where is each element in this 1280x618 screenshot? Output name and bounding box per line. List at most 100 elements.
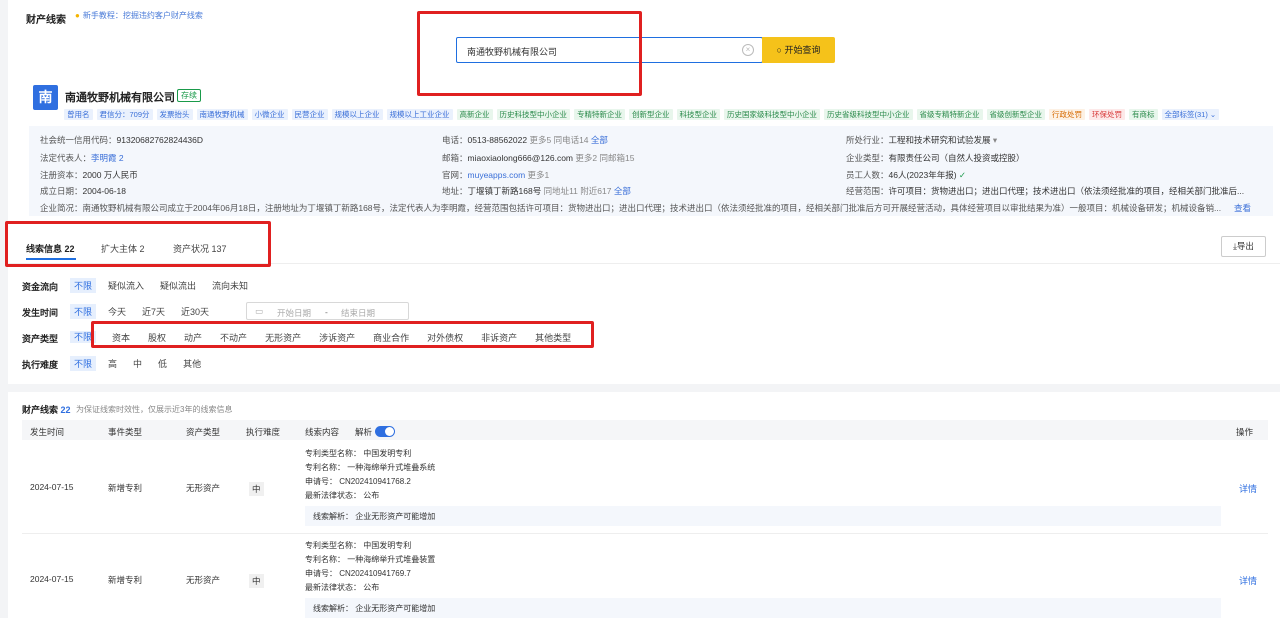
tab-asset-status[interactable]: 资产状况 137 — [173, 242, 227, 255]
tab-clue-info[interactable]: 线索信息 22 — [26, 242, 75, 255]
company-tag[interactable]: 高新企业 — [456, 109, 493, 120]
tutorial-link[interactable]: ● 新手教程：挖掘违约客户财产线索 — [75, 10, 203, 21]
clue-line: 专利名称： 一种海绵举升式堆叠系统 — [305, 463, 436, 472]
address-same-link[interactable]: 同地址11 — [544, 186, 578, 196]
row-asset-type: 无形资产 — [186, 483, 221, 493]
search-input[interactable]: 南通牧野机械有限公司 × — [456, 37, 763, 63]
clear-icon[interactable]: × — [742, 44, 754, 56]
clue-analysis: 线索解析： 企业无形资产可能增加 — [305, 506, 1221, 526]
legal-rep-count[interactable]: 2 — [119, 153, 124, 163]
detail-link[interactable]: 详情 — [1239, 574, 1257, 587]
company-tag[interactable]: 省级创新型企业 — [986, 109, 1046, 120]
company-tag[interactable]: 环保处罚 — [1089, 109, 1126, 120]
filter-option[interactable]: 涉诉资产 — [315, 330, 359, 345]
filter-option[interactable]: 其他类型 — [531, 330, 575, 345]
address-near-link[interactable]: 附近617 — [580, 186, 611, 196]
company-tag[interactable]: 南通牧野机械 — [196, 109, 248, 120]
filter-option[interactable]: 近7天 — [138, 304, 169, 319]
email-more-link[interactable]: 更多2 — [575, 153, 597, 163]
column-header: 解析 — [355, 427, 373, 437]
company-tag[interactable]: 历史国家级科技型中小企业 — [724, 109, 821, 120]
filter-label-asset: 资产类型 — [22, 334, 59, 344]
company-tag[interactable]: 发票抬头 — [156, 109, 193, 120]
description-more-link[interactable]: 查看 — [1234, 202, 1251, 214]
chevron-down-icon[interactable]: ▾ — [993, 135, 997, 145]
end-date-input[interactable]: 结束日期 — [341, 307, 375, 319]
company-tags: 曾用名 君信分：709分 发票抬头 南通牧野机械 小微企业 民营企业 规模以上企业 规模以上工… — [64, 109, 1220, 120]
filter-option[interactable]: 其他 — [179, 356, 205, 371]
filter-option[interactable]: 股权 — [144, 330, 170, 345]
tutorial-link-text: 新手教程：挖掘违约客户财产线索 — [82, 11, 203, 20]
company-tag[interactable]: 曾用名 — [64, 109, 93, 120]
filter-option[interactable]: 中 — [129, 356, 146, 371]
filter-flow-options: 不限 疑似流入 疑似流出 流向未知 — [70, 278, 252, 293]
address-all-link[interactable]: 全部 — [614, 186, 631, 196]
filter-option[interactable]: 不限 — [70, 278, 97, 293]
lightbulb-icon: ● — [75, 11, 80, 20]
phone-same-link[interactable]: 同电话14 — [554, 135, 589, 145]
company-tag[interactable]: 历史科技型中小企业 — [496, 109, 571, 120]
website-link[interactable]: muyeapps.com — [468, 170, 526, 180]
filter-option[interactable]: 低 — [154, 356, 171, 371]
column-header: 发生时间 — [30, 427, 65, 437]
analysis-toggle[interactable] — [375, 426, 395, 437]
detail-link[interactable]: 详情 — [1239, 482, 1257, 495]
company-tag[interactable]: 省级专精特新企业 — [916, 109, 983, 120]
info-website: 官网：muyeapps.com 更多1 — [442, 170, 550, 180]
filter-option[interactable]: 动产 — [180, 330, 206, 345]
company-tag[interactable]: 全部标签(31) ⌄ — [1161, 109, 1220, 120]
start-date-input[interactable]: 开始日期 — [277, 307, 311, 319]
status-badge: 存续 — [177, 89, 201, 102]
phone-more-link[interactable]: 更多5 — [529, 135, 551, 145]
filter-option[interactable]: 疑似流入 — [104, 278, 148, 293]
date-separator: - — [325, 307, 328, 317]
website-more-link[interactable]: 更多1 — [528, 170, 550, 180]
filter-option[interactable]: 不动产 — [216, 330, 251, 345]
filter-option[interactable]: 不限 — [70, 356, 97, 371]
search-icon: ○ — [776, 45, 782, 55]
credit-code-value: 91320682762824436D — [116, 135, 204, 145]
company-tag[interactable]: 规模以上工业企业 — [386, 109, 453, 120]
filter-option[interactable]: 疑似流出 — [156, 278, 200, 293]
company-tag[interactable]: 历史省级科技型中小企业 — [824, 109, 913, 120]
company-tag[interactable]: 民营企业 — [291, 109, 328, 120]
legal-rep-link[interactable]: 李明霞 — [91, 153, 117, 163]
info-founded: 成立日期：2004-06-18 — [40, 186, 126, 196]
row-difficulty: 中 — [249, 574, 264, 588]
filter-option[interactable]: 今天 — [104, 304, 130, 319]
company-name[interactable]: 南通牧野机械有限公司 — [65, 89, 175, 105]
column-header: 事件类型 — [108, 427, 143, 437]
row-event-type: 新增专利 — [108, 575, 143, 585]
filter-difficulty-options: 不限 高 中 低 其他 — [70, 356, 205, 371]
company-tag[interactable]: 行政处罚 — [1049, 109, 1086, 120]
filter-label-flow: 资金流向 — [22, 282, 59, 292]
export-button[interactable]: ⤓导出 — [1221, 236, 1266, 257]
filter-option[interactable]: 商业合作 — [369, 330, 413, 345]
calendar-icon: ▭ — [255, 306, 264, 316]
clues-title: 财产线索 22 — [22, 405, 71, 415]
email-same-link[interactable]: 同邮箱15 — [600, 153, 635, 163]
filter-option[interactable]: 不限 — [70, 304, 97, 319]
tab-expand-subject[interactable]: 扩大主体 2 — [101, 242, 145, 255]
date-range-picker[interactable]: ▭ 开始日期 - 结束日期 — [246, 302, 409, 320]
page: 财产线索 ● 新手教程：挖掘违约客户财产线索 南通牧野机械有限公司 × ○ 开始查… — [5, 0, 1280, 618]
search-button[interactable]: ○ 开始查询 — [762, 37, 835, 63]
verified-icon: ✓ — [958, 170, 967, 180]
filter-option[interactable]: 近30天 — [177, 304, 213, 319]
filter-option[interactable]: 流向未知 — [208, 278, 252, 293]
filter-option[interactable]: 对外债权 — [423, 330, 467, 345]
column-header: 操作 — [1236, 427, 1254, 437]
company-tag[interactable]: 专精特新企业 — [574, 109, 626, 120]
filter-option[interactable]: 资本 — [108, 330, 134, 345]
company-tag[interactable]: 创新型企业 — [629, 109, 673, 120]
filter-option[interactable]: 非诉资产 — [477, 330, 521, 345]
filter-asset-option-any[interactable]: 不限 — [70, 330, 96, 343]
company-tag[interactable]: 有商标 — [1129, 109, 1158, 120]
filter-option[interactable]: 无形资产 — [261, 330, 305, 345]
filter-option[interactable]: 高 — [104, 356, 121, 371]
company-tag[interactable]: 规模以上企业 — [331, 109, 383, 120]
phone-all-link[interactable]: 全部 — [591, 135, 608, 145]
company-tag[interactable]: 科技型企业 — [676, 109, 721, 120]
company-tag[interactable]: 小微企业 — [251, 109, 288, 120]
company-tag[interactable]: 君信分：709分 — [96, 109, 153, 120]
